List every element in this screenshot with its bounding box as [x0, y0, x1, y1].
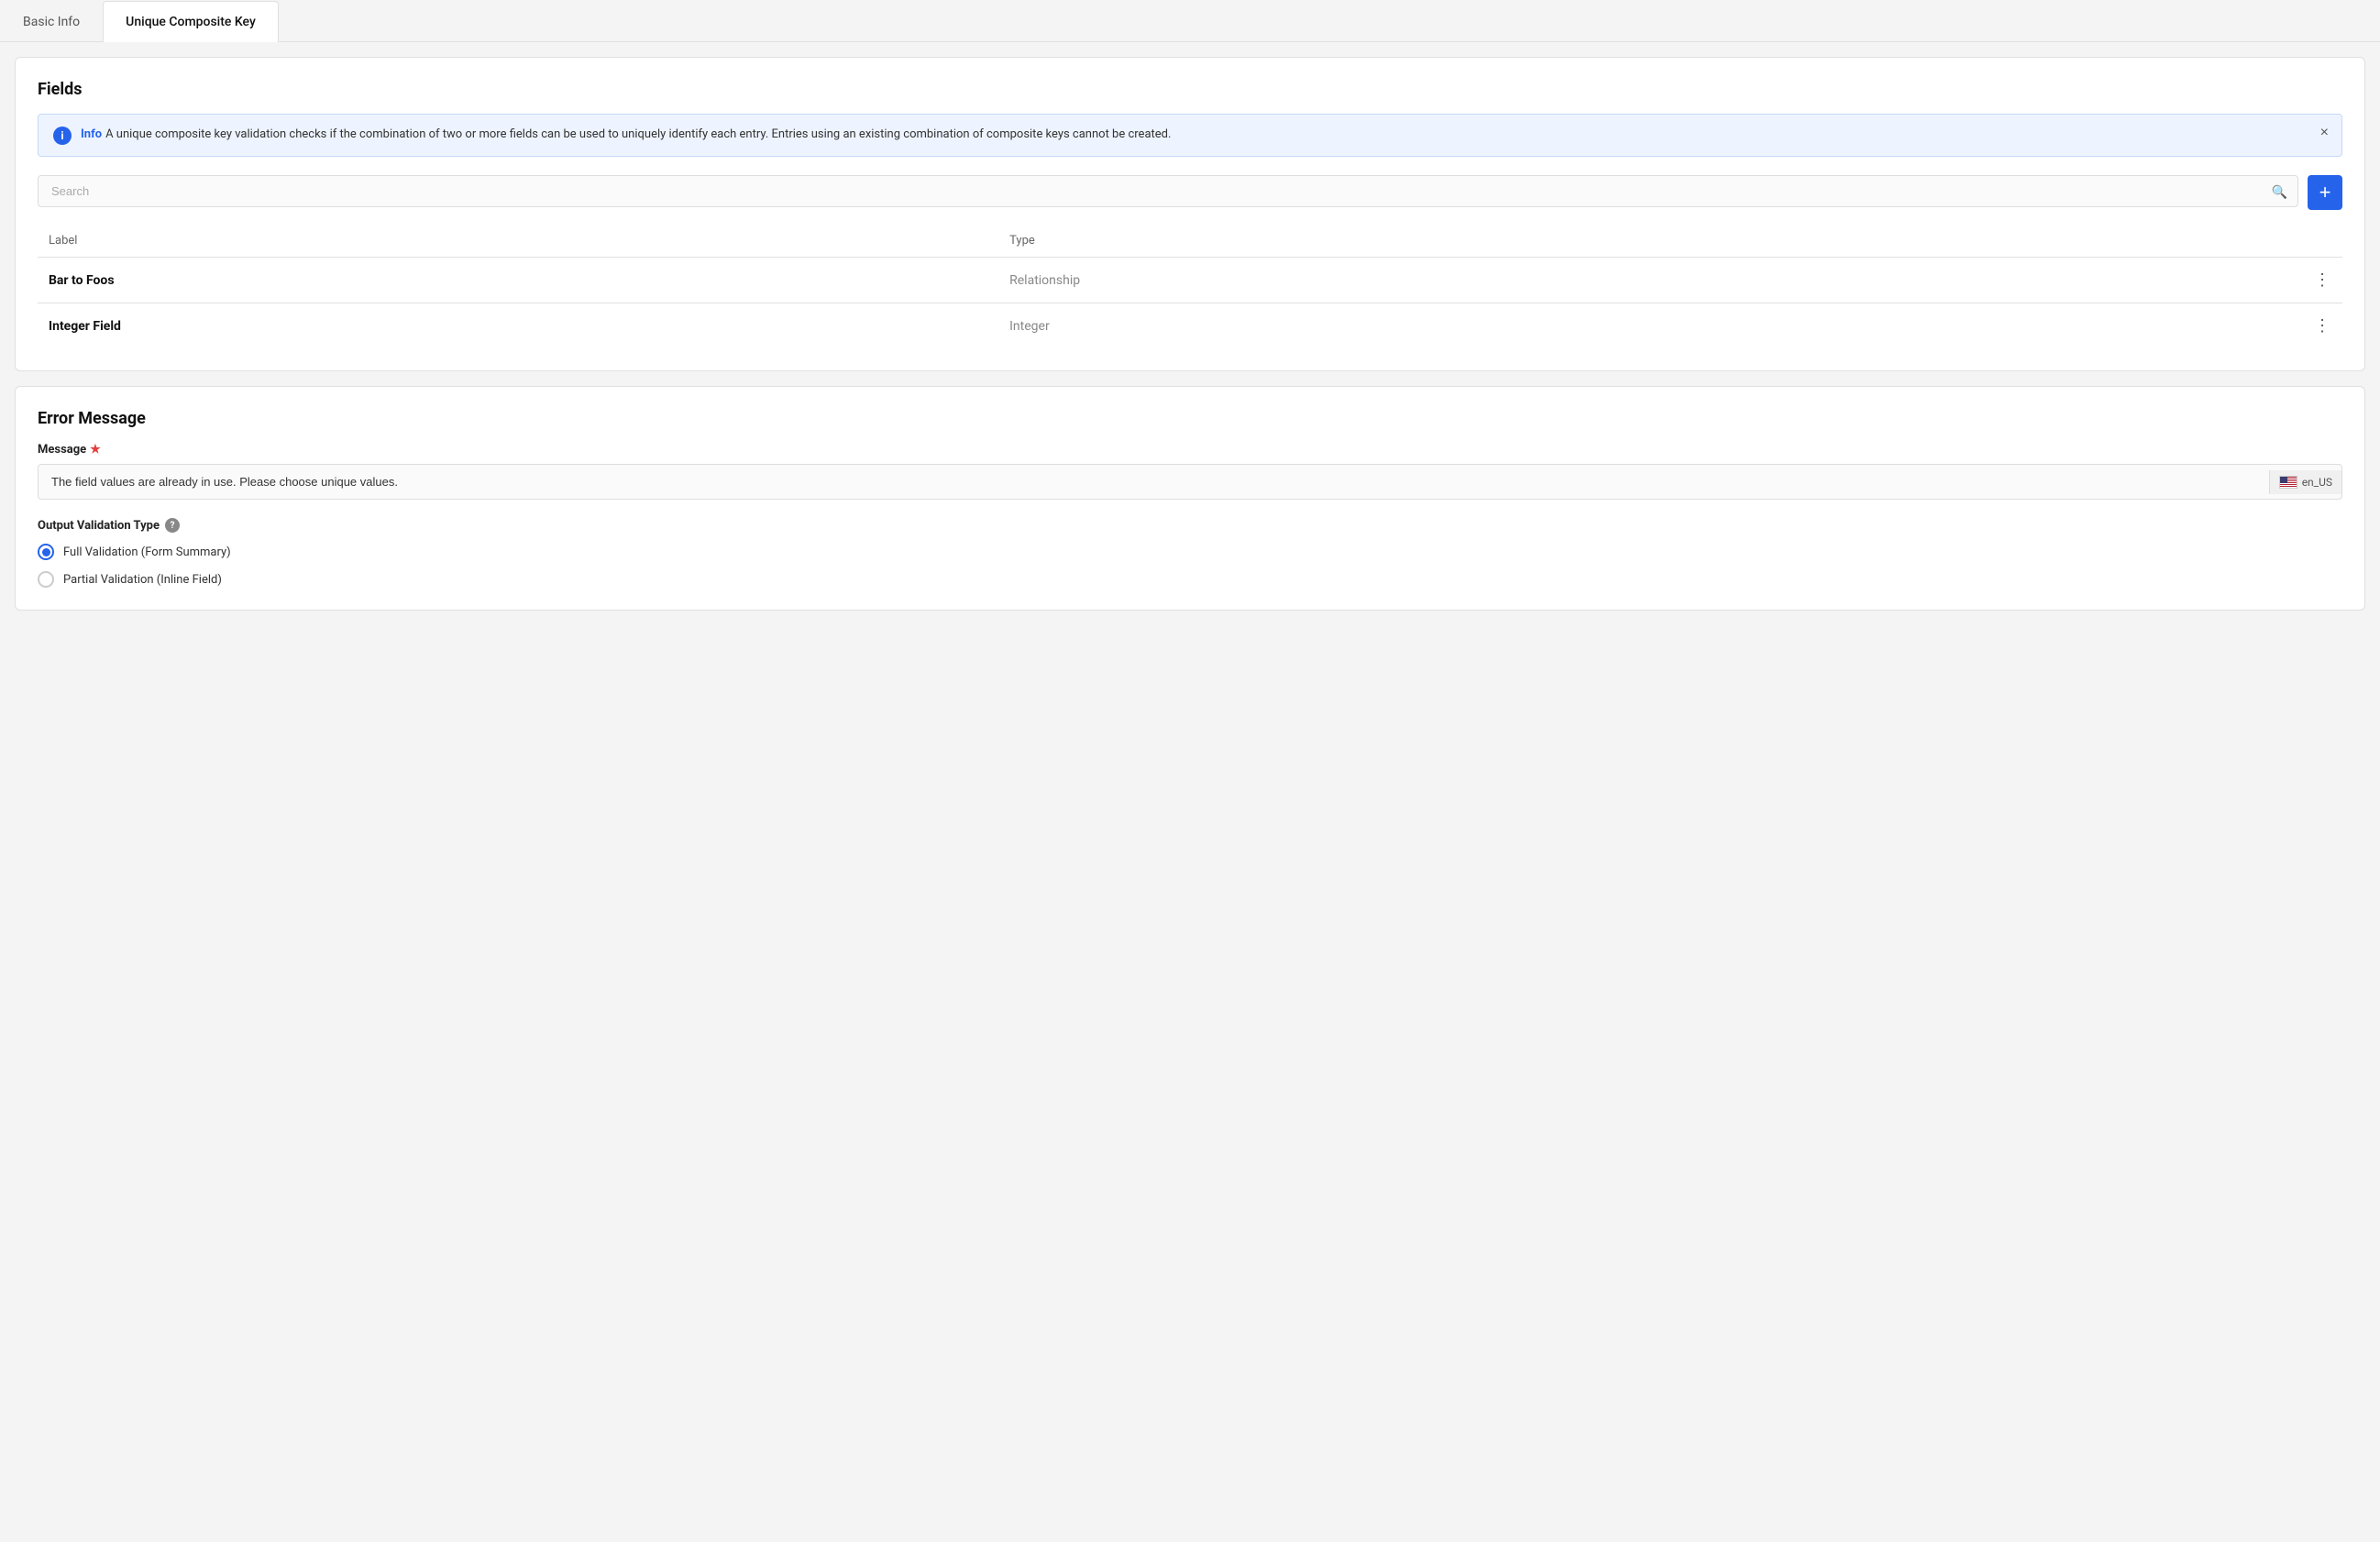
field-name: Bar to Foos	[38, 258, 998, 303]
row-menu-button[interactable]: ⋮	[1941, 303, 2342, 349]
fields-title: Fields	[38, 80, 2342, 99]
radio-group: Full Validation (Form Summary) Partial V…	[38, 544, 2342, 588]
page-content: Fields i InfoA unique composite key vali…	[0, 42, 2380, 625]
message-input-wrap: en_US	[38, 464, 2342, 500]
search-row: 🔍 +	[38, 175, 2342, 210]
col-label-header: Label	[38, 225, 998, 258]
locale-label: en_US	[2302, 476, 2332, 489]
close-banner-button[interactable]: ×	[2320, 126, 2329, 140]
radio-circle-full	[38, 544, 54, 560]
info-banner: i InfoA unique composite key validation …	[38, 114, 2342, 157]
info-label: Info	[81, 127, 102, 141]
help-icon: ?	[165, 518, 180, 533]
row-menu-button[interactable]: ⋮	[1941, 258, 2342, 303]
tab-basic-info[interactable]: Basic Info	[0, 1, 103, 42]
output-type-label: Output Validation Type ?	[38, 518, 2342, 533]
field-name: Integer Field	[38, 303, 998, 349]
fields-table: Label Type Bar to Foos Relationship ⋮ In…	[38, 225, 2342, 348]
table-row: Bar to Foos Relationship ⋮	[38, 258, 2342, 303]
locale-badge: en_US	[2269, 470, 2341, 494]
error-message-card: Error Message Message ★ en_US	[15, 386, 2365, 611]
error-message-title: Error Message	[38, 409, 2342, 428]
required-star: ★	[90, 443, 101, 457]
info-banner-text: InfoA unique composite key validation ch…	[81, 126, 1171, 144]
radio-partial[interactable]: Partial Validation (Inline Field)	[38, 571, 2342, 588]
radio-circle-partial	[38, 571, 54, 588]
add-field-button[interactable]: +	[2308, 175, 2342, 210]
fields-card: Fields i InfoA unique composite key vali…	[15, 57, 2365, 371]
message-input[interactable]	[39, 465, 2269, 499]
tabs-bar: Basic Info Unique Composite Key	[0, 0, 2380, 42]
flag-icon	[2279, 476, 2297, 489]
col-type-header: Type	[998, 225, 1941, 258]
table-row: Integer Field Integer ⋮	[38, 303, 2342, 349]
search-wrap: 🔍	[38, 175, 2298, 210]
search-input[interactable]	[38, 175, 2298, 207]
field-type: Relationship	[998, 258, 1941, 303]
message-label: Message ★	[38, 443, 2342, 457]
radio-label-full: Full Validation (Form Summary)	[63, 545, 231, 559]
info-icon: i	[53, 127, 72, 145]
field-type: Integer	[998, 303, 1941, 349]
tab-unique-composite-key[interactable]: Unique Composite Key	[103, 1, 279, 42]
search-icon: 🔍	[2272, 185, 2287, 200]
radio-full[interactable]: Full Validation (Form Summary)	[38, 544, 2342, 560]
radio-label-partial: Partial Validation (Inline Field)	[63, 573, 222, 587]
